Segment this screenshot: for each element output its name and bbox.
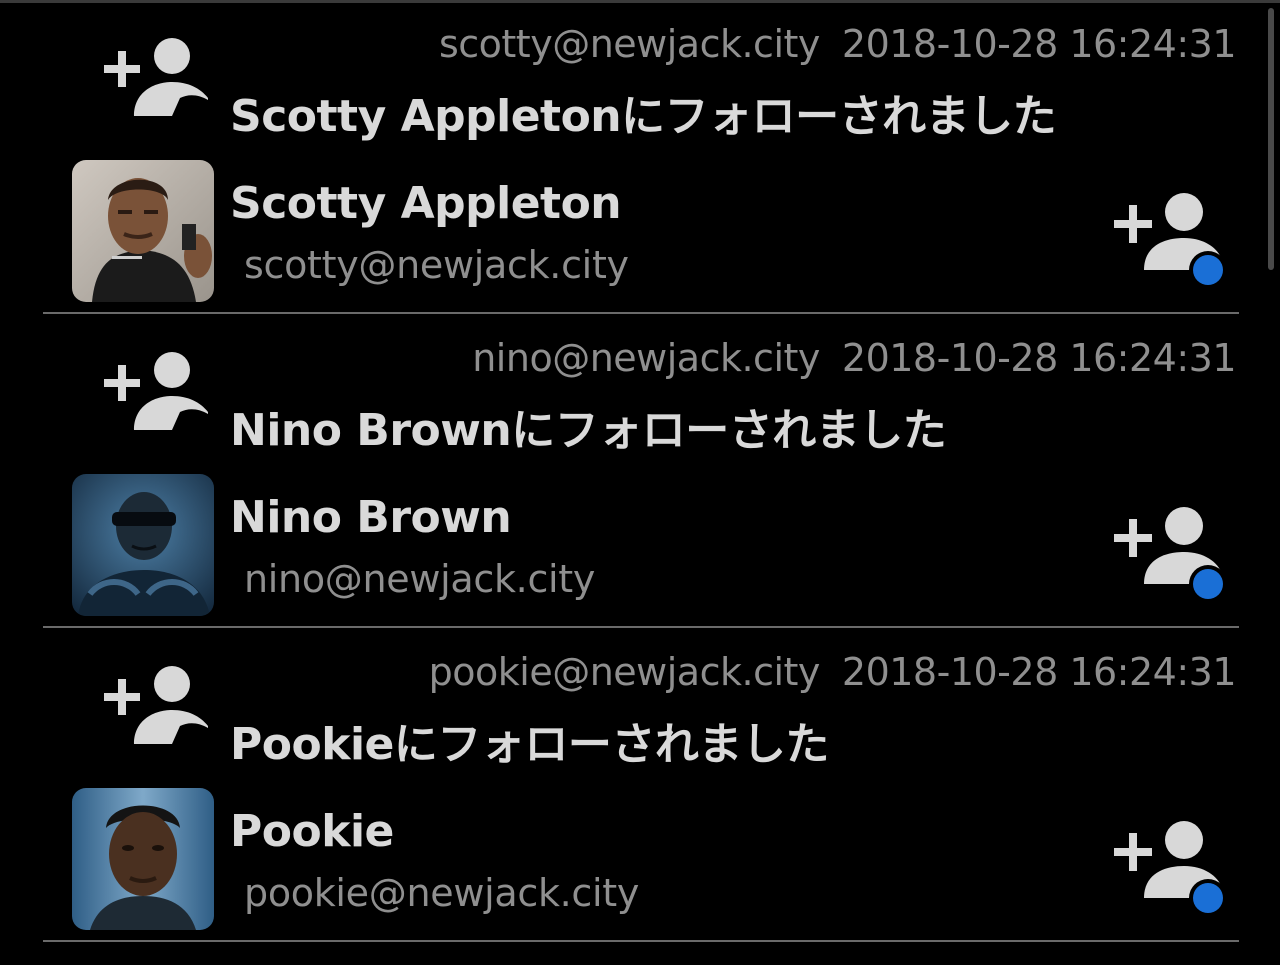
notification-meta: nino@newjack.city 2018-10-28 16:24:31 — [472, 336, 1236, 380]
account-acct[interactable]: pookie@newjack.city — [244, 871, 639, 915]
headline-account-name[interactable]: Pookie — [230, 719, 394, 770]
follow-status-badge — [1193, 255, 1223, 285]
avatar-image — [72, 160, 214, 302]
divider — [43, 940, 1239, 942]
avatar[interactable] — [72, 474, 214, 616]
avatar[interactable] — [72, 788, 214, 930]
follow-notification[interactable]: pookie@newjack.city 2018-10-28 16:24:31 P… — [0, 628, 1280, 942]
avatar-image — [72, 474, 214, 616]
notification-acct[interactable]: nino@newjack.city — [472, 336, 820, 380]
person-add-icon — [104, 38, 208, 116]
headline-account-name[interactable]: Scotty Appleton — [230, 91, 622, 142]
person-add-icon — [104, 352, 208, 430]
follow-button[interactable] — [1112, 818, 1230, 920]
notification-headline: Scotty Appletonにフォローされました — [230, 80, 1057, 144]
notification-list: scotty@newjack.city 2018-10-28 16:24:31 S… — [0, 0, 1280, 942]
notification-timestamp: 2018-10-28 16:24:31 — [841, 650, 1237, 694]
headline-suffix: にフォローされました — [393, 719, 830, 770]
follow-status-badge — [1193, 569, 1223, 599]
notification-timestamp: 2018-10-28 16:24:31 — [841, 22, 1237, 66]
headline-suffix: にフォローされました — [511, 405, 947, 456]
avatar[interactable] — [72, 160, 214, 302]
headline-suffix: にフォローされました — [621, 91, 1057, 142]
notification-meta: pookie@newjack.city 2018-10-28 16:24:31 — [429, 650, 1237, 694]
notification-headline: Nino Brownにフォローされました — [230, 394, 947, 458]
follow-button[interactable] — [1112, 190, 1230, 292]
notification-timestamp: 2018-10-28 16:24:31 — [841, 336, 1237, 380]
follow-button[interactable] — [1112, 504, 1230, 606]
notification-acct[interactable]: pookie@newjack.city — [429, 650, 821, 694]
follow-notification[interactable]: scotty@newjack.city 2018-10-28 16:24:31 S… — [0, 0, 1280, 314]
account-display-name[interactable]: Scotty Appleton — [230, 178, 622, 229]
notification-headline: Pookieにフォローされました — [230, 708, 829, 772]
headline-account-name[interactable]: Nino Brown — [230, 405, 512, 456]
notification-meta: scotty@newjack.city 2018-10-28 16:24:31 — [439, 22, 1237, 66]
account-acct[interactable]: nino@newjack.city — [244, 557, 595, 601]
follow-status-badge — [1193, 883, 1223, 913]
person-add-icon — [104, 666, 208, 744]
follow-notification[interactable]: nino@newjack.city 2018-10-28 16:24:31 Nin… — [0, 314, 1280, 628]
account-acct[interactable]: scotty@newjack.city — [244, 243, 629, 287]
notification-acct[interactable]: scotty@newjack.city — [439, 22, 820, 66]
avatar-image — [72, 788, 214, 930]
account-display-name[interactable]: Pookie — [230, 806, 394, 857]
account-display-name[interactable]: Nino Brown — [230, 492, 512, 543]
